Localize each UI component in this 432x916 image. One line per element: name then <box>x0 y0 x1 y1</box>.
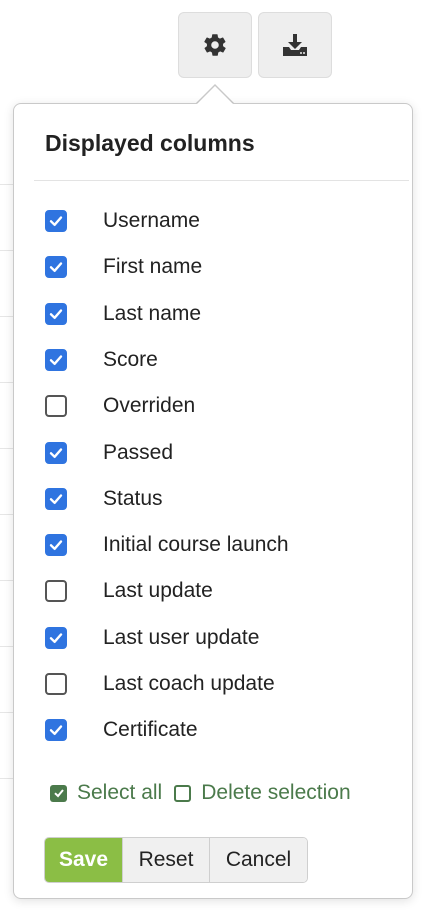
background-row-line <box>0 316 14 317</box>
checkmark-icon <box>49 447 63 458</box>
checkbox-checked[interactable] <box>45 348 67 371</box>
column-option[interactable]: Score <box>45 345 158 375</box>
column-option[interactable]: Last name <box>45 299 201 329</box>
action-button-group: Save Reset Cancel <box>44 837 308 883</box>
column-option[interactable]: Initial course launch <box>45 530 289 560</box>
background-row-line <box>0 514 14 515</box>
checkbox-checked[interactable] <box>45 534 67 557</box>
displayed-columns-popover: Displayed columns Username First name Last… <box>13 103 413 899</box>
checkbox-checked[interactable] <box>45 210 67 232</box>
checkbox-checked[interactable] <box>45 441 67 464</box>
background-row-line <box>0 646 14 647</box>
column-option[interactable]: Username <box>45 206 200 236</box>
column-option-label: Passed <box>103 440 174 464</box>
column-option[interactable]: Last update <box>45 576 213 606</box>
checkbox-checked[interactable] <box>45 487 67 510</box>
checkmark-icon <box>49 216 63 226</box>
column-option[interactable]: Certificate <box>45 715 198 745</box>
selection-links: Select all Delete selection <box>50 781 351 805</box>
checkmark-icon <box>49 725 63 736</box>
column-option-label: Last user update <box>103 625 260 649</box>
checkbox-checked[interactable] <box>45 626 67 649</box>
column-option[interactable]: Overriden <box>45 391 195 421</box>
checkmark-icon <box>49 262 63 273</box>
column-option-label: Last name <box>103 301 202 325</box>
select-all-link[interactable]: Select all <box>50 781 162 805</box>
column-option-label: Last coach update <box>103 672 275 695</box>
gear-icon <box>204 34 226 56</box>
column-option[interactable]: Status <box>45 484 163 514</box>
background-row-line <box>0 580 14 581</box>
column-settings-button[interactable] <box>178 12 252 78</box>
delete-selection-label: Delete selection <box>201 781 351 804</box>
checkmark-icon <box>49 355 63 365</box>
checkbox-checked[interactable] <box>45 302 67 325</box>
column-option-label: Overriden <box>103 394 196 418</box>
column-option-label: Initial course launch <box>103 533 289 557</box>
popover-title: Displayed columns <box>45 130 255 156</box>
reset-button[interactable]: Reset <box>122 838 209 882</box>
column-option-label: First name <box>103 255 203 279</box>
checkbox-checked[interactable] <box>45 719 67 742</box>
download-icon <box>283 34 307 56</box>
select-all-label: Select all <box>77 781 163 804</box>
stage: Displayed columns Username First name Last… <box>0 0 432 916</box>
background-row-line <box>0 382 14 383</box>
column-option[interactable]: Passed <box>45 438 173 468</box>
background-row-line <box>0 250 14 251</box>
background-row-line <box>0 778 14 779</box>
divider <box>34 180 409 181</box>
checkbox-empty-icon <box>174 784 192 802</box>
column-option-label: Status <box>103 486 163 510</box>
checkmark-icon <box>49 632 63 643</box>
column-option[interactable]: Last coach update <box>45 669 275 699</box>
column-option-label: Username <box>103 209 200 232</box>
checkbox-checked-icon <box>50 784 67 802</box>
column-option[interactable]: Last user update <box>45 623 259 653</box>
checkbox-unchecked[interactable] <box>45 395 67 418</box>
popover-arrow-fill <box>197 86 233 104</box>
background-row-line <box>0 448 14 449</box>
checkbox-unchecked[interactable] <box>45 673 67 695</box>
column-option-label: Certificate <box>103 718 198 742</box>
checkmark-icon <box>49 494 63 504</box>
column-option[interactable]: First name <box>45 252 202 282</box>
background-row-line <box>0 712 14 713</box>
column-option-label: Last update <box>103 579 213 603</box>
checkmark-icon <box>49 308 63 319</box>
checkbox-checked[interactable] <box>45 256 67 279</box>
column-option-label: Score <box>103 347 158 371</box>
delete-selection-link[interactable]: Delete selection <box>174 781 351 805</box>
checkbox-unchecked[interactable] <box>45 580 67 603</box>
cancel-button[interactable]: Cancel <box>209 838 307 882</box>
background-row-line <box>0 184 14 185</box>
download-button[interactable] <box>258 12 332 78</box>
save-button[interactable]: Save <box>45 838 122 882</box>
checkmark-icon <box>49 540 63 551</box>
